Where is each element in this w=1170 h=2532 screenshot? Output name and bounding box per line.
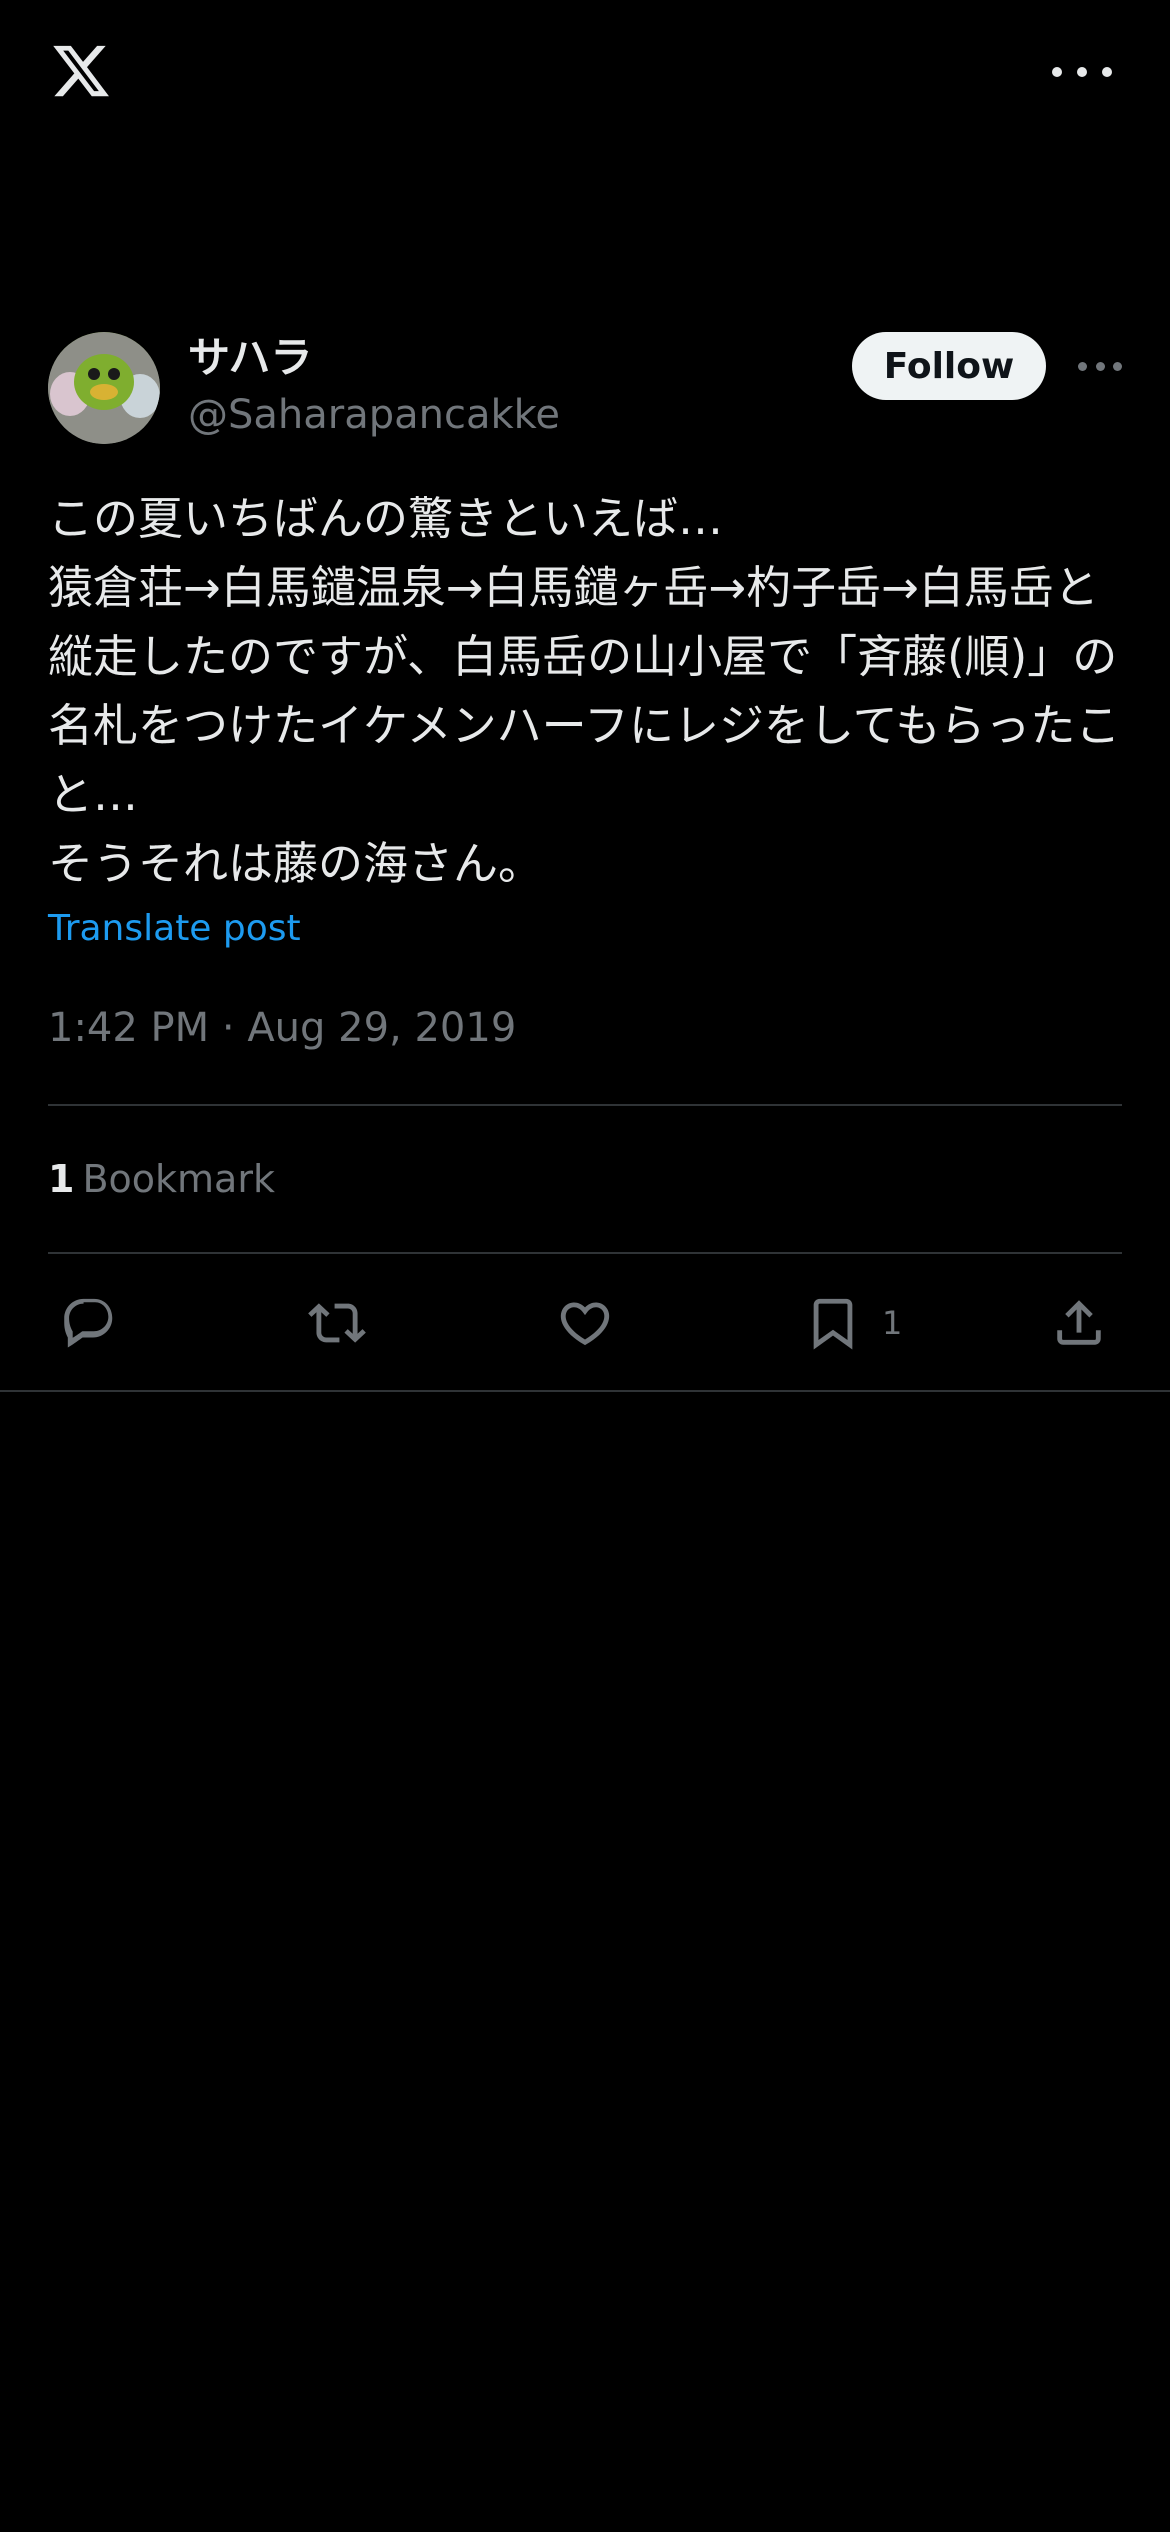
bookmark-stats[interactable]: 1 Bookmark [48,1154,275,1204]
bookmark-stat-label: Bookmark [82,1157,275,1201]
translate-post-link[interactable]: Translate post [48,904,301,954]
divider [0,1390,1170,1392]
tweet-text: この夏いちばんの驚きといえば… 猿倉荘→白馬鑓温泉→白馬鑓ヶ岳→杓子岳→白馬岳と… [48,492,1121,890]
author-name[interactable]: サハラ [188,332,312,384]
more-horizontal-icon[interactable] [1052,62,1112,82]
x-logo-icon[interactable] [48,40,114,102]
divider [48,1104,1122,1106]
top-bar [0,0,1170,150]
like-button[interactable] [556,1290,614,1356]
author-handle[interactable]: @Saharapancakke [188,390,560,440]
follow-button[interactable]: Follow [852,332,1046,400]
reply-icon [64,1298,113,1348]
share-button[interactable] [1050,1290,1108,1356]
avatar-image [48,332,160,444]
reply-button[interactable] [60,1290,118,1356]
avatar[interactable] [48,332,160,444]
repost-icon [308,1303,366,1343]
bookmark-icon [813,1298,853,1350]
like-icon [560,1302,610,1346]
bookmark-button[interactable]: 1 [804,1290,902,1356]
bookmark-stat-count: 1 [48,1157,75,1201]
author-row: サハラ @Saharapancakke Follow [48,332,1122,447]
divider [48,1252,1122,1254]
share-icon [1057,1300,1101,1345]
bookmark-count: 1 [882,1304,903,1342]
repost-button[interactable] [308,1290,366,1356]
timestamp[interactable]: 1:42 PM · Aug 29, 2019 [48,1002,516,1054]
action-bar: 1 [0,1290,1170,1356]
more-horizontal-icon[interactable] [1078,360,1122,372]
